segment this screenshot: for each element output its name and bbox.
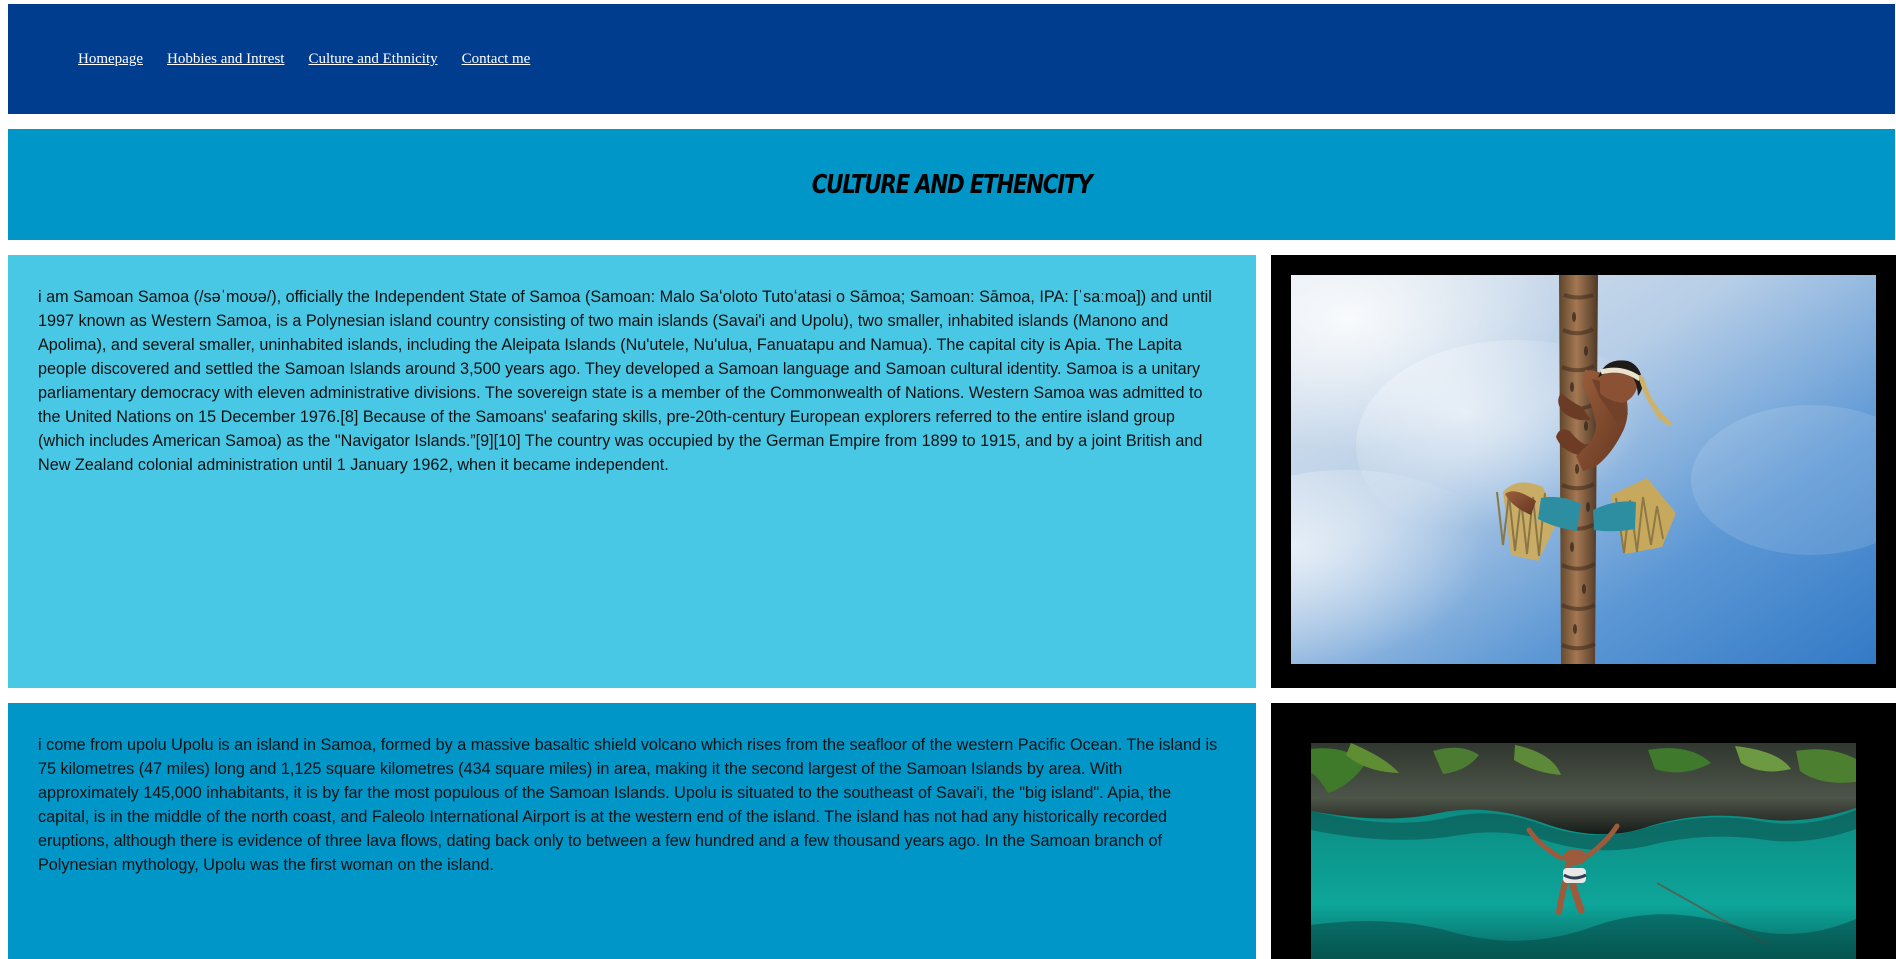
samoa-paragraph: i am Samoan Samoa (/səˈmoʊə/), officiall…: [38, 288, 1212, 474]
samoa-text-section: i am Samoan Samoa (/səˈmoʊə/), officiall…: [8, 255, 1256, 688]
trench-pool-jumper-photo: [1311, 743, 1856, 959]
upolu-text-section: i come from upolu Upolu is an island in …: [8, 703, 1256, 959]
contact-link[interactable]: Contact me: [462, 51, 531, 67]
nav-item-contact: Contact me: [462, 50, 531, 68]
nav-item-homepage: Homepage: [78, 50, 143, 68]
nav-item-hobbies: Hobbies and Intrest: [167, 50, 284, 68]
page-title-banner: CULTURE AND ETHENCITY: [8, 129, 1895, 240]
upolu-image-frame: [1271, 703, 1896, 959]
nav-menu: Homepage Hobbies and Intrest Culture and…: [78, 50, 530, 68]
coconut-tree-climber-photo: [1291, 275, 1876, 664]
nav-item-culture: Culture and Ethnicity: [308, 50, 437, 68]
homepage-link[interactable]: Homepage: [78, 51, 143, 67]
culture-link[interactable]: Culture and Ethnicity: [308, 51, 437, 67]
samoa-image-frame: [1271, 255, 1896, 688]
upolu-paragraph: i come from upolu Upolu is an island in …: [38, 736, 1218, 874]
page: Homepage Hobbies and Intrest Culture and…: [0, 0, 1896, 959]
hobbies-link[interactable]: Hobbies and Intrest: [167, 51, 284, 67]
page-title: CULTURE AND ETHENCITY: [811, 169, 1093, 200]
top-navigation-bar: Homepage Hobbies and Intrest Culture and…: [8, 4, 1895, 114]
